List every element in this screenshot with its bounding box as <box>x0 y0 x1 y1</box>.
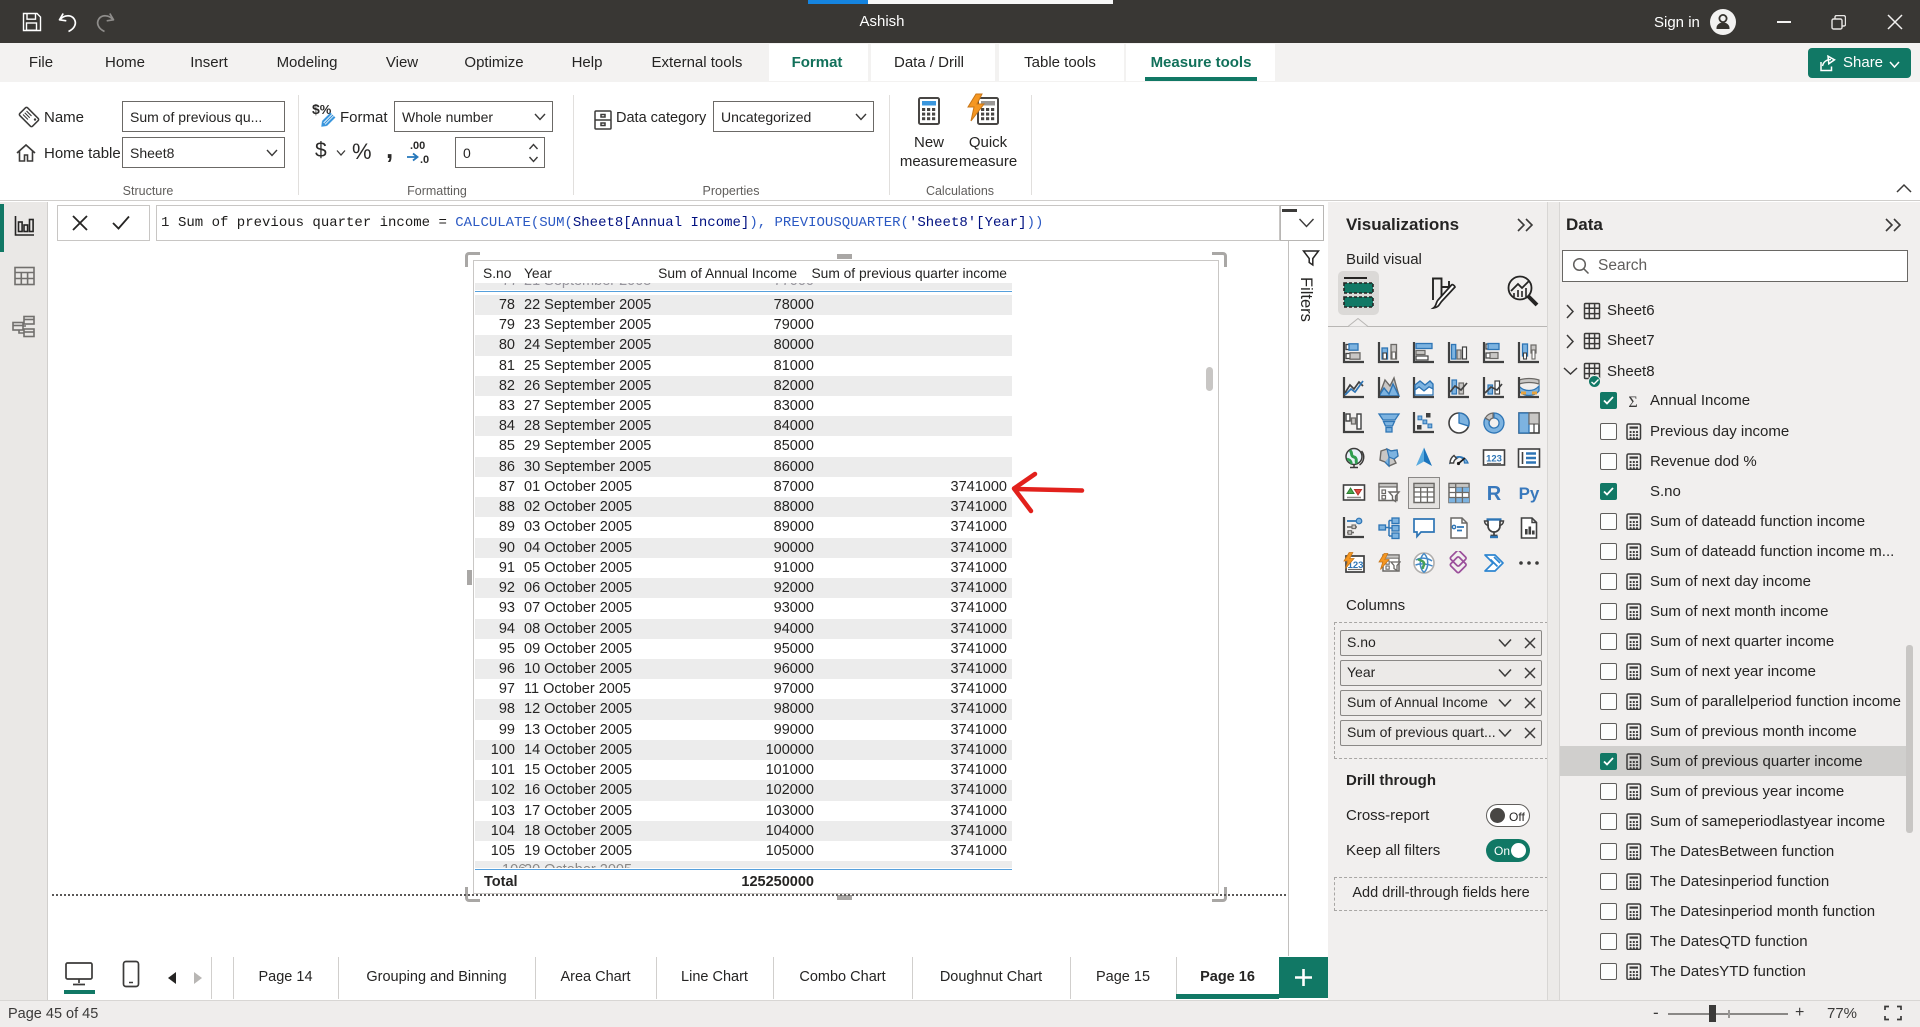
svg-text:Py: Py <box>1519 484 1540 503</box>
svg-text:.0: .0 <box>420 154 429 165</box>
svg-text:123: 123 <box>1486 454 1502 465</box>
svg-text:Σ: Σ <box>1628 394 1637 409</box>
svg-text:R: R <box>1487 483 1502 505</box>
svg-text:.00: .00 <box>410 140 425 152</box>
